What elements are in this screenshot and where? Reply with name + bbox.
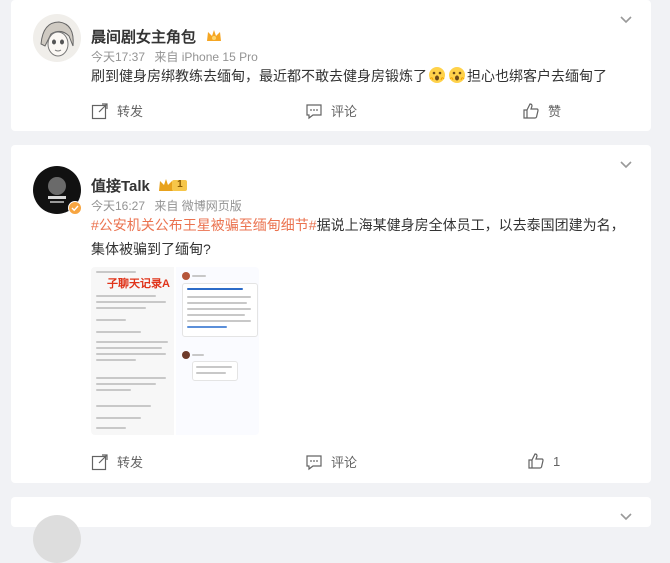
chat-bubble: [192, 361, 238, 381]
feed-card: 晨间剧女主角包 今天17:37 来自 iPhone 15 Pro 刷到健身房绑教…: [11, 0, 651, 131]
crown-badge-icon: [159, 179, 188, 191]
repost-icon: [91, 453, 108, 470]
like-count: 1: [553, 453, 561, 469]
post-actions: 转发 评论 1: [11, 452, 651, 476]
post-meta: 今天17:37 来自 iPhone 15 Pro: [91, 48, 264, 65]
avatar[interactable]: [33, 515, 81, 563]
thumbs-up-icon: [528, 453, 544, 469]
comment-button[interactable]: 评论: [305, 101, 357, 120]
username[interactable]: 晨间剧女主角包: [91, 26, 222, 47]
comment-icon: [306, 454, 322, 470]
post-meta: 今天16:27 来自 微博网页版: [91, 197, 248, 214]
avatar[interactable]: [33, 14, 81, 62]
chat-screenshot-image[interactable]: 子聊天记录A: [91, 267, 174, 435]
topic-link[interactable]: #公安机关公布王星被骗至缅甸细节#: [91, 217, 317, 233]
verified-icon: [68, 201, 82, 215]
post-text: 刷到健身房绑教练去缅甸，最近都不敢去健身房锻炼了 担心也绑客户去缅甸了: [91, 67, 607, 84]
comment-button[interactable]: 评论: [305, 452, 357, 471]
crown-badge-icon: [207, 30, 222, 41]
chat-screenshot-image[interactable]: [176, 267, 259, 435]
scared-face-emoji-icon: [429, 67, 445, 83]
chevron-down-icon[interactable]: [619, 509, 633, 523]
scared-face-emoji-icon: [449, 67, 465, 83]
post-source: 来自 iPhone 15 Pro: [154, 50, 258, 64]
vip-level-badge: 1: [158, 177, 188, 193]
chevron-down-icon[interactable]: [619, 12, 633, 26]
post-source: 来自 微博网页版: [154, 199, 242, 213]
feed-card: [11, 497, 651, 563]
avatar-small: [182, 351, 190, 359]
like-button[interactable]: 赞: [522, 101, 561, 120]
repost-icon: [91, 102, 108, 119]
post-image-grid[interactable]: 子聊天记录A: [91, 267, 259, 435]
feed-card: 值接Talk 1 今天16:27 来自 微博网页版 #公安机关公布王星被骗至缅甸…: [11, 145, 651, 483]
post-time[interactable]: 今天17:37: [91, 50, 145, 64]
repost-button[interactable]: 转发: [91, 452, 143, 471]
image-caption: 子聊天记录A: [107, 278, 170, 290]
avatar-small: [182, 272, 190, 280]
thumbs-up-icon: [523, 102, 539, 119]
chevron-down-icon[interactable]: [619, 157, 633, 171]
chat-bubble: [182, 283, 258, 337]
comment-icon: [306, 103, 322, 119]
post-time[interactable]: 今天16:27: [91, 199, 145, 213]
username[interactable]: 值接Talk 1: [91, 175, 188, 196]
like-button[interactable]: 1: [527, 452, 560, 470]
repost-button[interactable]: 转发: [91, 101, 143, 120]
post-actions: 转发 评论 赞: [11, 101, 651, 125]
post-text: #公安机关公布王星被骗至缅甸细节#据说上海某健身房全体员工，以去泰国团建为名， …: [91, 217, 625, 257]
